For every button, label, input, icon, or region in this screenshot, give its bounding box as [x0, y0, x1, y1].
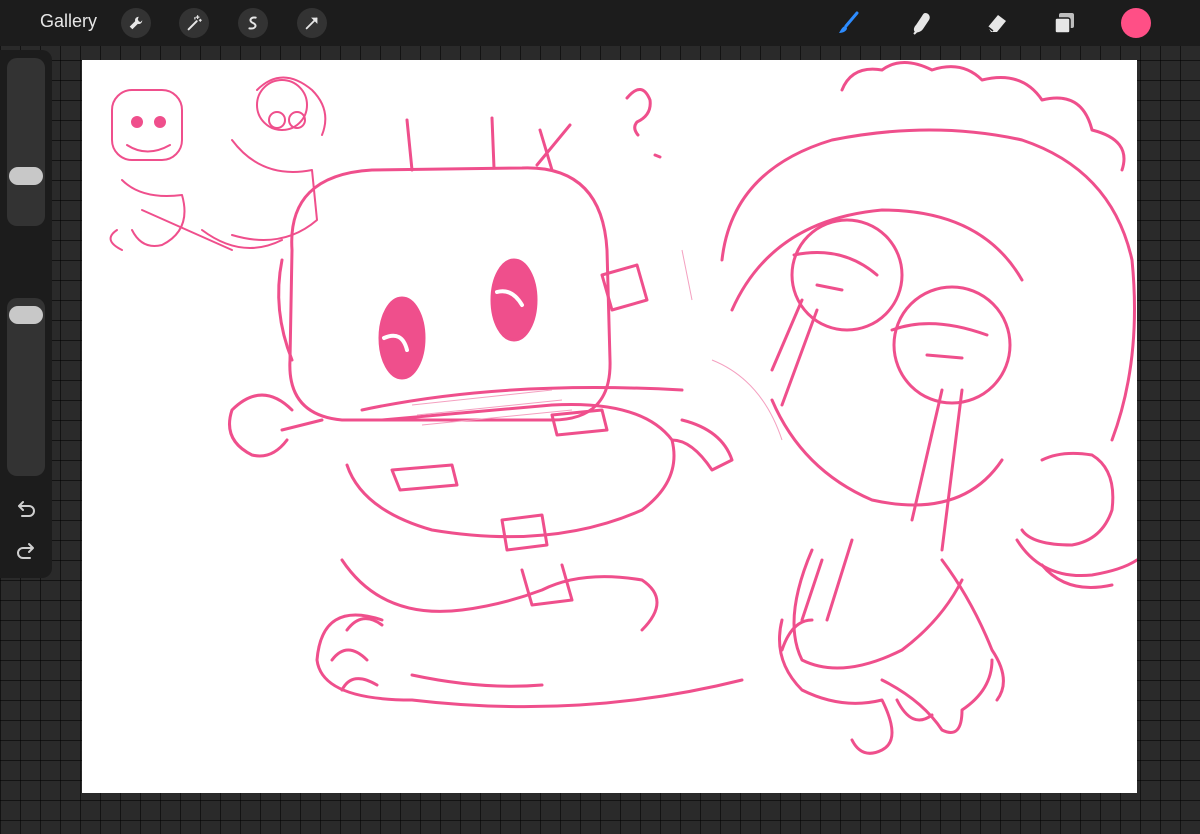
color-picker-swatch[interactable] [1121, 8, 1151, 38]
gallery-button[interactable]: Gallery [40, 11, 97, 32]
drawing-canvas[interactable] [82, 60, 1137, 793]
smudge-icon[interactable] [907, 7, 939, 39]
top-toolbar: Gallery [0, 0, 1200, 46]
layers-icon[interactable] [1049, 7, 1081, 39]
selection-icon[interactable] [238, 8, 268, 38]
brush-icon[interactable] [833, 7, 865, 39]
transform-arrow-icon[interactable] [297, 8, 327, 38]
opacity-thumb[interactable] [9, 306, 43, 324]
sidebar [0, 50, 52, 578]
brush-size-slider[interactable] [7, 58, 45, 226]
undo-icon[interactable] [14, 498, 38, 522]
eraser-icon[interactable] [980, 7, 1012, 39]
opacity-slider[interactable] [7, 298, 45, 476]
sketch-artwork [109, 61, 1137, 755]
brush-size-thumb[interactable] [9, 166, 43, 185]
magic-wand-icon[interactable] [179, 8, 209, 38]
redo-icon[interactable] [14, 540, 38, 564]
wrench-icon[interactable] [121, 8, 151, 38]
